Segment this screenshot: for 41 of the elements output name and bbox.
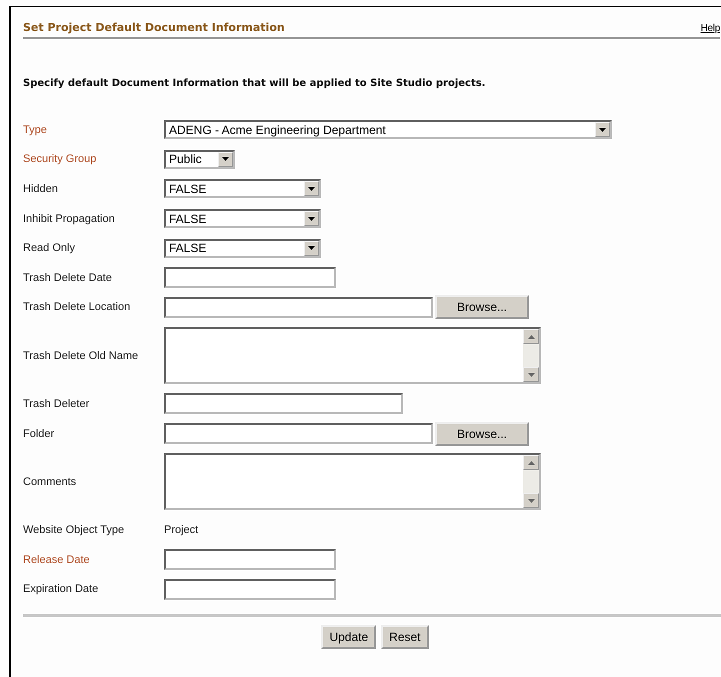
field-label: Expiration Date — [23, 583, 100, 596]
text-area[interactable] — [164, 453, 541, 510]
page-title: Set Project Default Document Information — [23, 21, 285, 34]
dropdown[interactable]: Public — [164, 150, 235, 169]
input-field[interactable] — [164, 578, 336, 600]
input-field[interactable] — [164, 549, 336, 570]
form-button[interactable]: Reset — [381, 625, 429, 650]
scrollbar[interactable] — [523, 455, 539, 508]
field-label: Trash Delete Date — [23, 272, 113, 284]
field-label: Security Group — [23, 153, 98, 166]
input-field[interactable] — [164, 393, 403, 414]
dropdown[interactable]: FALSE — [164, 238, 321, 258]
dropdown[interactable]: ADENG - Acme Engineering Department — [164, 120, 612, 140]
input-field[interactable] — [164, 296, 433, 318]
field-label: Trash Deleter — [23, 398, 90, 410]
field-label: Trash Delete Old Name — [23, 350, 140, 362]
field-label: Read Only — [23, 242, 76, 254]
text-area[interactable] — [164, 327, 541, 384]
form-button[interactable]: Update — [321, 625, 376, 650]
browse-button[interactable]: Browse... — [435, 295, 529, 320]
dropdown[interactable]: FALSE — [164, 209, 321, 228]
scrollbar[interactable] — [523, 329, 539, 382]
help-link[interactable]: Help — [700, 23, 720, 34]
field-label: Type — [23, 124, 48, 136]
scroll-up-icon[interactable] — [523, 455, 539, 470]
field-label: Folder — [23, 428, 56, 440]
scroll-down-icon[interactable] — [523, 367, 539, 382]
field-label: Trash Delete Location — [23, 301, 132, 314]
description-text: Specify default Document Information that will be applied to Site Studio projects. — [23, 78, 486, 89]
field-label: Release Date — [23, 554, 91, 566]
input-field[interactable] — [164, 423, 433, 444]
browse-button[interactable]: Browse... — [435, 422, 529, 446]
input-field[interactable] — [164, 267, 336, 288]
scroll-down-icon[interactable] — [523, 493, 539, 508]
field-value: Project — [164, 524, 198, 536]
field-label: Comments — [23, 476, 78, 488]
scroll-up-icon[interactable] — [523, 329, 539, 344]
dropdown[interactable]: FALSE — [164, 179, 321, 198]
field-label: Website Object Type — [23, 524, 126, 536]
field-label: Hidden — [23, 182, 59, 195]
field-label: Inhibit Propagation — [23, 212, 116, 225]
